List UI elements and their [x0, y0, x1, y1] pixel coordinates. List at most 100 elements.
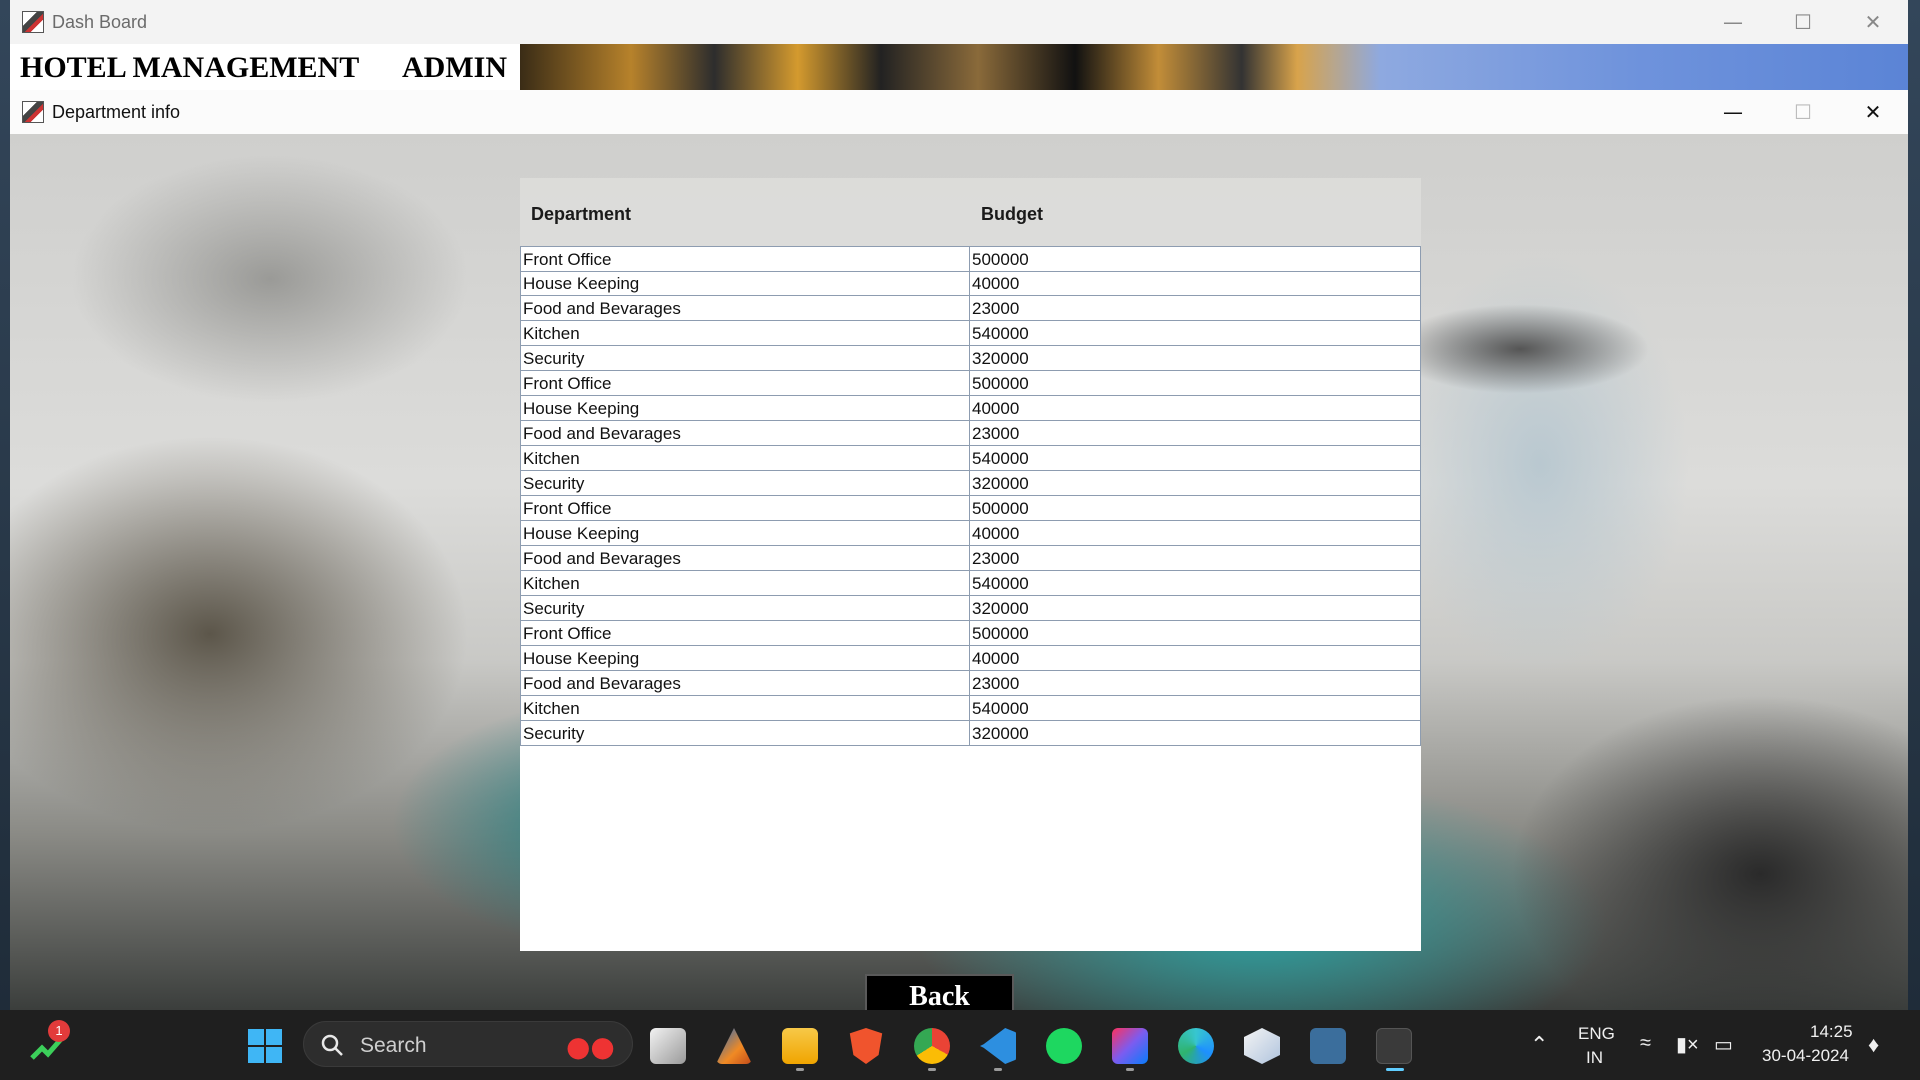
department-cell[interactable]: Security: [521, 346, 970, 370]
table-row[interactable]: Kitchen 540000: [520, 696, 1421, 721]
table-row[interactable]: Front Office 500000: [520, 246, 1421, 272]
department-cell[interactable]: Security: [521, 721, 970, 745]
table-row[interactable]: Kitchen 540000: [520, 321, 1421, 346]
task-view-icon[interactable]: [650, 1028, 686, 1064]
edge-icon[interactable]: [1178, 1028, 1214, 1064]
maximize-button[interactable]: ☐: [1768, 0, 1838, 44]
spotify-icon[interactable]: [1046, 1028, 1082, 1064]
budget-cell[interactable]: 23000: [970, 546, 1420, 570]
department-cell[interactable]: House Keeping: [521, 646, 970, 670]
department-title: Department info: [52, 101, 181, 122]
language-indicator[interactable]: ENG: [1578, 1024, 1615, 1044]
brave-icon[interactable]: [849, 1028, 883, 1064]
table-row[interactable]: Security 320000: [520, 346, 1421, 371]
table-row[interactable]: House Keeping 40000: [520, 271, 1421, 296]
table-row[interactable]: Front Office 500000: [520, 621, 1421, 646]
table-row[interactable]: Food and Bevarages 23000: [520, 296, 1421, 321]
department-cell[interactable]: Kitchen: [521, 696, 970, 720]
table-row[interactable]: Food and Bevarages 23000: [520, 421, 1421, 446]
battery-icon[interactable]: ▭: [1714, 1032, 1733, 1057]
department-cell[interactable]: Kitchen: [521, 321, 970, 345]
table-row[interactable]: Security 320000: [520, 596, 1421, 621]
region-indicator[interactable]: IN: [1586, 1048, 1603, 1068]
column-header-budget[interactable]: Budget: [981, 204, 1043, 225]
menu-hotel-management[interactable]: HOTEL MANAGEMENT: [20, 44, 359, 90]
wifi-icon[interactable]: ≈: [1640, 1032, 1651, 1055]
department-cell[interactable]: House Keeping: [521, 521, 970, 545]
budget-cell[interactable]: 40000: [970, 396, 1420, 420]
department-table[interactable]: Front Office 500000 House Keeping 40000 Food…: [520, 246, 1421, 951]
budget-cell[interactable]: 500000: [970, 496, 1420, 520]
department-cell[interactable]: Kitchen: [521, 571, 970, 595]
windows-start-icon[interactable]: [247, 1028, 283, 1064]
table-row[interactable]: Food and Bevarages 23000: [520, 546, 1421, 571]
running-indicator: [994, 1068, 1002, 1071]
minimize-button[interactable]: —: [1698, 90, 1768, 134]
department-cell[interactable]: House Keeping: [521, 271, 970, 295]
department-cell[interactable]: Front Office: [521, 371, 970, 395]
column-header-department[interactable]: Department: [531, 204, 631, 225]
department-cell[interactable]: Security: [521, 596, 970, 620]
table-row[interactable]: Security 320000: [520, 721, 1421, 746]
table-row[interactable]: Front Office 500000: [520, 496, 1421, 521]
department-cell[interactable]: Food and Bevarages: [521, 546, 970, 570]
table-row[interactable]: Kitchen 540000: [520, 571, 1421, 596]
java-app-icon[interactable]: [1376, 1028, 1412, 1064]
budget-cell[interactable]: 500000: [970, 247, 1420, 271]
department-cell[interactable]: Food and Bevarages: [521, 296, 970, 320]
budget-cell[interactable]: 40000: [970, 271, 1420, 295]
budget-cell[interactable]: 40000: [970, 646, 1420, 670]
dashboard-titlebar[interactable]: Dash Board — ☐ ✕: [10, 0, 1908, 44]
matlab-icon[interactable]: [716, 1028, 752, 1064]
close-button[interactable]: ✕: [1838, 0, 1908, 44]
mysql-workbench-icon[interactable]: [1310, 1028, 1346, 1064]
taskbar-search-box[interactable]: Search ●●: [303, 1021, 633, 1067]
dashboard-title: Dash Board: [52, 11, 148, 32]
budget-cell[interactable]: 23000: [970, 296, 1420, 320]
menu-admin[interactable]: ADMIN: [402, 44, 507, 90]
table-row[interactable]: House Keeping 40000: [520, 396, 1421, 421]
table-row[interactable]: Front Office 500000: [520, 371, 1421, 396]
budget-cell[interactable]: 540000: [970, 696, 1420, 720]
table-row[interactable]: Security 320000: [520, 471, 1421, 496]
department-cell[interactable]: House Keeping: [521, 396, 970, 420]
clock-time[interactable]: 14:25: [1810, 1022, 1853, 1042]
minimize-button[interactable]: —: [1698, 0, 1768, 44]
department-cell[interactable]: Food and Bevarages: [521, 671, 970, 695]
back-button[interactable]: Back: [865, 974, 1014, 1010]
table-row[interactable]: House Keeping 40000: [520, 521, 1421, 546]
chrome-icon[interactable]: [914, 1028, 950, 1064]
budget-cell[interactable]: 23000: [970, 421, 1420, 445]
clock-date[interactable]: 30-04-2024: [1762, 1046, 1849, 1066]
chevron-up-icon[interactable]: ⌃: [1530, 1032, 1548, 1058]
vscode-icon[interactable]: [980, 1028, 1016, 1064]
budget-cell[interactable]: 320000: [970, 471, 1420, 495]
department-cell[interactable]: Front Office: [521, 496, 970, 520]
department-titlebar[interactable]: Department info — ☐ ✕: [10, 90, 1908, 134]
intellij-icon[interactable]: [1112, 1028, 1148, 1064]
department-cell[interactable]: Front Office: [521, 247, 970, 271]
budget-cell[interactable]: 500000: [970, 371, 1420, 395]
budget-cell[interactable]: 320000: [970, 721, 1420, 745]
virtualbox-icon[interactable]: [1244, 1028, 1280, 1064]
budget-cell[interactable]: 40000: [970, 521, 1420, 545]
budget-cell[interactable]: 320000: [970, 596, 1420, 620]
budget-cell[interactable]: 540000: [970, 446, 1420, 470]
department-cell[interactable]: Security: [521, 471, 970, 495]
department-cell[interactable]: Food and Bevarages: [521, 421, 970, 445]
budget-cell[interactable]: 540000: [970, 321, 1420, 345]
volume-muted-icon[interactable]: ▮×: [1676, 1032, 1699, 1057]
table-row[interactable]: Food and Bevarages 23000: [520, 671, 1421, 696]
file-explorer-icon[interactable]: [782, 1028, 818, 1064]
department-cell[interactable]: Kitchen: [521, 446, 970, 470]
table-row[interactable]: House Keeping 40000: [520, 646, 1421, 671]
notification-bell-icon[interactable]: ♦: [1868, 1032, 1879, 1058]
budget-cell[interactable]: 23000: [970, 671, 1420, 695]
close-button[interactable]: ✕: [1838, 90, 1908, 134]
budget-cell[interactable]: 320000: [970, 346, 1420, 370]
maximize-button: ☐: [1794, 100, 1812, 124]
department-cell[interactable]: Front Office: [521, 621, 970, 645]
budget-cell[interactable]: 500000: [970, 621, 1420, 645]
budget-cell[interactable]: 540000: [970, 571, 1420, 595]
table-row[interactable]: Kitchen 540000: [520, 446, 1421, 471]
